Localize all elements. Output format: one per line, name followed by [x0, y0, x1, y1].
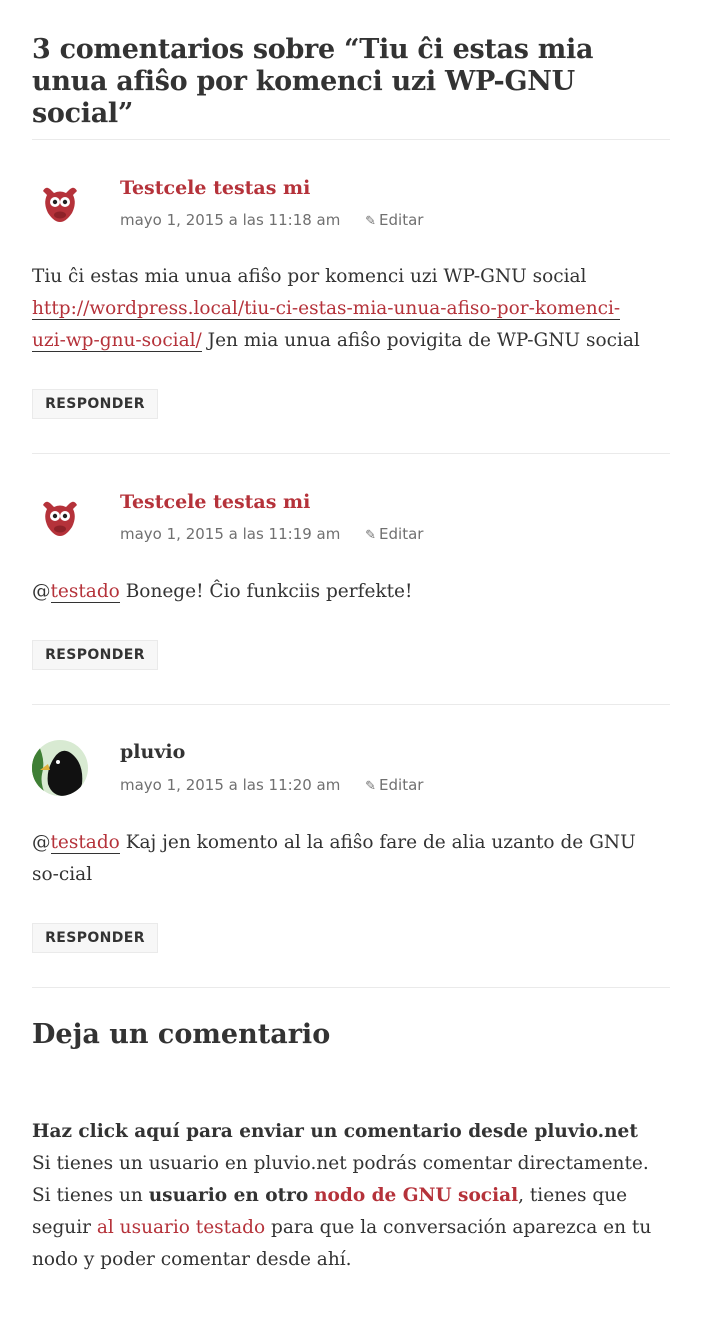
comments-title: 3 comentarios sobre “Tiu ĉi estas mia un…	[32, 34, 594, 129]
divider	[32, 139, 670, 140]
comment-meta: mayo 1, 2015 a las 11:18 am ✎ Editar	[120, 210, 423, 232]
edit-link[interactable]: ✎ Editar	[365, 776, 423, 794]
divider	[32, 453, 670, 454]
remote-comment-link[interactable]: Haz click aquí para enviar un comentario…	[32, 1121, 638, 1142]
comment-date-link[interactable]: mayo 1, 2015 a las 11:18 am	[120, 211, 340, 229]
comment-content: @testado Kaj jen komento al la afiŝo far…	[32, 827, 652, 891]
comment-content: @testado Bonege! Ĉio funkciis perfekte!	[32, 576, 652, 608]
comment-text: Tiu ĉi estas mia unua afiŝo por komenci …	[32, 266, 587, 287]
respond-title: Deja un comentario	[32, 1019, 331, 1050]
bird-avatar-icon[interactable]	[32, 740, 88, 796]
pencil-icon: ✎	[365, 214, 377, 229]
cow-avatar-icon[interactable]	[32, 176, 88, 232]
respond-bold-text: usuario en otro	[148, 1185, 309, 1206]
mention-at: @	[32, 832, 51, 853]
comment-text: Kaj jen komento al la afiŝo fare de alia…	[32, 832, 636, 885]
edit-link[interactable]: ✎ Editar	[365, 525, 423, 543]
comment-meta: mayo 1, 2015 a las 11:20 am ✎ Editar	[120, 775, 423, 797]
edit-label: Editar	[379, 525, 424, 543]
comment-meta: mayo 1, 2015 a las 11:19 am ✎ Editar	[120, 524, 423, 546]
edit-link[interactable]: ✎ Editar	[365, 211, 423, 229]
divider	[32, 987, 670, 988]
mention-at: @	[32, 581, 51, 602]
cow-avatar-icon[interactable]	[32, 490, 88, 546]
comment-text: Bonege! Ĉio funkciis perfekte!	[119, 581, 413, 602]
mention-link[interactable]: testado	[50, 581, 120, 603]
respond-box: Haz click aquí para enviar un comentario…	[32, 1116, 670, 1276]
pencil-icon: ✎	[365, 779, 377, 794]
comment-author-link[interactable]: Testcele testas mi	[120, 176, 310, 200]
divider	[32, 704, 670, 705]
gnu-social-node-link[interactable]: nodo de GNU social	[314, 1185, 518, 1206]
pencil-icon: ✎	[365, 528, 377, 543]
comment-date-link[interactable]: mayo 1, 2015 a las 11:20 am	[120, 776, 340, 794]
comment-date-link[interactable]: mayo 1, 2015 a las 11:19 am	[120, 525, 340, 543]
edit-label: Editar	[379, 211, 424, 229]
reply-button[interactable]: RESPONDER	[32, 389, 158, 419]
mention-link[interactable]: testado	[50, 832, 120, 854]
comment-content: Tiu ĉi estas mia unua afiŝo por komenci …	[32, 261, 652, 357]
reply-button[interactable]: RESPONDER	[32, 923, 158, 953]
comment-text: Jen mia unua afiŝo povigita de WP-GNU so…	[201, 330, 640, 351]
edit-label: Editar	[379, 776, 424, 794]
reply-button[interactable]: RESPONDER	[32, 640, 158, 670]
comment-author: pluvio	[120, 741, 186, 763]
follow-user-link[interactable]: al usuario testado	[97, 1217, 265, 1238]
comment-author-link[interactable]: Testcele testas mi	[120, 490, 310, 514]
